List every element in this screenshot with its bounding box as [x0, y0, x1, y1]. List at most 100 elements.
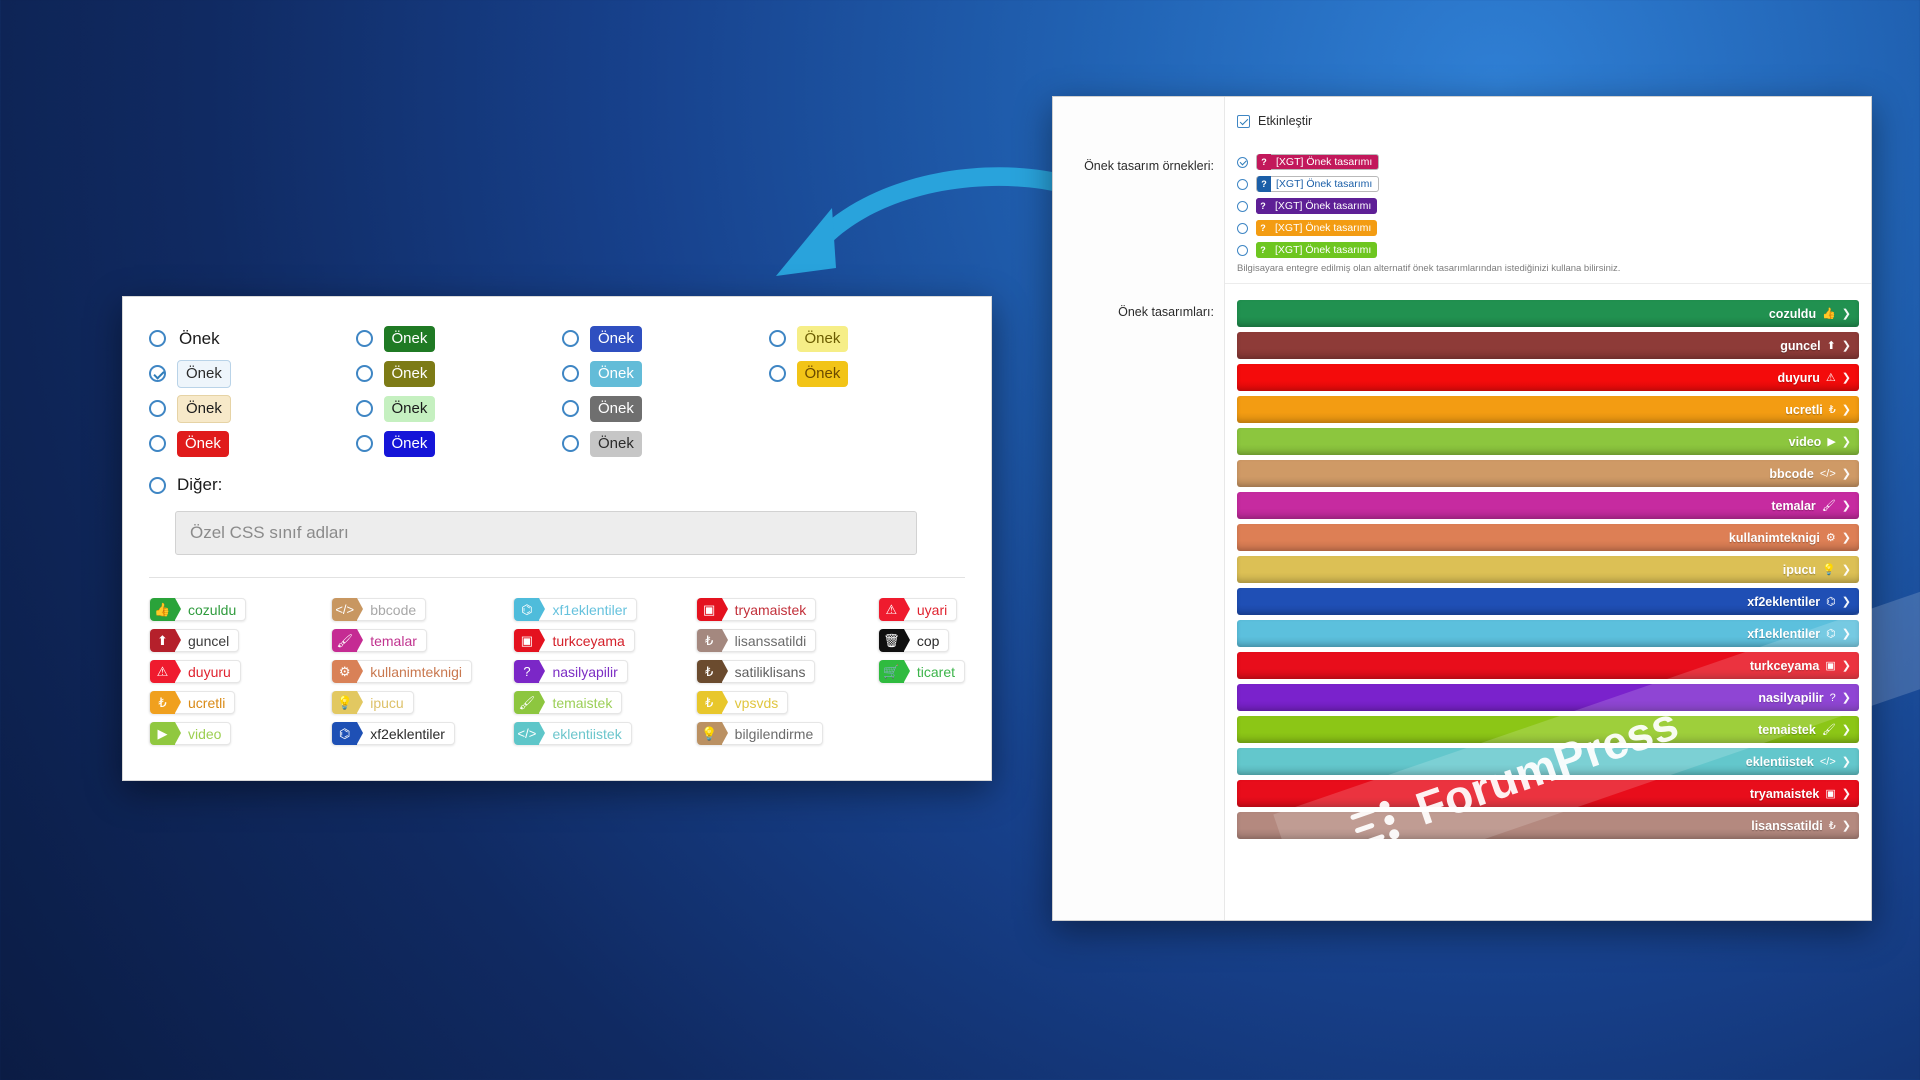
prefix-option-row[interactable]: Önek [355, 426, 553, 461]
prefix-badge: ▶ video [149, 722, 232, 745]
prefix-design-bar[interactable]: ipucu 💡 ❯ [1237, 556, 1859, 583]
prefix-option-row[interactable]: Önek [768, 321, 966, 356]
radio-prefix-4[interactable] [355, 330, 373, 347]
badge-label: duyuru [188, 663, 231, 680]
radio-prefix-3[interactable] [149, 435, 166, 452]
radio-prefix-0[interactable] [149, 330, 166, 347]
prefix-badge: ⬆ guncel [149, 629, 240, 652]
radio-other[interactable] [149, 476, 166, 494]
bar-icon: 💡 [1822, 564, 1836, 576]
bar-label: cozuldu [1768, 306, 1817, 321]
badge-label: temaistek [552, 694, 613, 711]
radio-example-3[interactable] [1237, 222, 1248, 234]
bar-icon: ? [1829, 691, 1836, 704]
prefix-example-row[interactable]: ? [XGT] Önek tasarımı [1237, 242, 1379, 258]
badge-label: bilgilendirme [734, 725, 814, 742]
radio-example-1[interactable] [1237, 178, 1248, 190]
prefix-option-row[interactable]: Önek [562, 391, 759, 426]
radio-prefix-5[interactable] [355, 365, 373, 382]
badge-label: vpsvds [734, 694, 779, 711]
prefix-option-row[interactable]: Önek [149, 426, 346, 461]
bar-label: kullanimteknigi [1728, 530, 1820, 545]
prefix-badge: 💡 ipucu [331, 691, 414, 714]
radio-prefix-11[interactable] [562, 435, 579, 452]
chevron-right-icon: ❯ [1841, 820, 1851, 832]
prefix-design-bar[interactable]: ucretli ₺ ❯ [1237, 396, 1859, 423]
prefix-design-bar[interactable]: turkceyama ▣ ❯ [1237, 652, 1859, 679]
prefix-sample-chip: Önek [177, 430, 229, 457]
radio-example-0[interactable] [1237, 156, 1248, 168]
radio-prefix-7[interactable] [355, 435, 373, 452]
prefix-example-row[interactable]: ? [XGT] Önek tasarımı [1237, 176, 1380, 192]
warning-triangle-icon: ⚠ [878, 598, 910, 621]
radio-example-2[interactable] [1237, 200, 1248, 212]
gear-icon: ⚙ [332, 660, 364, 683]
prefix-design-bar[interactable]: xf1eklentiler ⌬ ❯ [1237, 620, 1859, 647]
prefix-design-bar[interactable]: guncel ⬆ ❯ [1237, 332, 1859, 359]
prefix-badge: ▣ turkceyama [513, 629, 635, 652]
prefix-option-row[interactable]: Önek [562, 321, 759, 356]
prefix-design-bar[interactable]: kullanimteknigi ⚙ ❯ [1237, 524, 1859, 551]
badge-row: ? nasilyapilir [513, 656, 691, 687]
badge-row: ₺ lisanssatildi [695, 625, 874, 656]
prefix-option-other[interactable]: Diğer: [123, 467, 991, 501]
prefix-badge: </> eklentiistek [513, 722, 632, 745]
example-prefix-chip: ? [XGT] Önek tasarımı [1256, 242, 1378, 258]
play-icon: ▶ [150, 722, 181, 745]
bar-label: temalar [1771, 498, 1816, 513]
example-prefix-chip: ? [XGT] Önek tasarımı [1256, 176, 1380, 192]
badge-row: </> bbcode [331, 594, 509, 625]
prefix-sample-chip: Önek [177, 394, 231, 423]
radio-prefix-2[interactable] [149, 400, 166, 417]
prefix-design-bar[interactable]: tryamaistek ▣ ❯ [1237, 780, 1859, 807]
radio-prefix-12[interactable] [768, 330, 786, 347]
prefix-option-row[interactable]: Önek [768, 356, 966, 391]
bar-icon: ₺ [1828, 820, 1836, 832]
flag-card-icon: ▣ [514, 629, 546, 652]
chevron-right-icon: ❯ [1841, 660, 1851, 672]
radio-prefix-6[interactable] [355, 400, 373, 417]
badge-row: ▶ video [149, 718, 327, 749]
example-prefix-chip: ? [XGT] Önek tasarımı [1256, 198, 1378, 214]
prefix-badge: ? nasilyapilir [513, 660, 628, 683]
prefix-example-row[interactable]: ? [XGT] Önek tasarımı [1237, 154, 1380, 170]
badge-label: eklentiistek [552, 725, 622, 742]
enable-label: Etkinleştir [1258, 114, 1313, 128]
prefix-design-bar[interactable]: eklentiistek </> ❯ [1237, 748, 1859, 775]
radio-example-4[interactable] [1237, 244, 1248, 256]
radio-prefix-8[interactable] [562, 330, 579, 347]
prefix-design-bar-list: cozuldu 👍 ❯ guncel ⬆ ❯ duyuru ⚠ ❯ ucretli ₺ ❯ video ▶… [1237, 300, 1859, 839]
radio-prefix-13[interactable] [768, 365, 786, 382]
prefix-option-row[interactable]: Önek [149, 391, 346, 426]
prefix-option-row[interactable]: Önek [562, 426, 759, 461]
enable-checkbox-row[interactable]: Etkinleştir [1237, 114, 1312, 128]
prefix-option-row[interactable]: Önek [355, 356, 553, 391]
prefix-option-row[interactable]: Önek [355, 391, 553, 426]
prefix-design-bar[interactable]: temaistek 🖌 ❯ [1237, 716, 1859, 743]
prefix-design-bar[interactable]: lisanssatildi ₺ ❯ [1237, 812, 1859, 839]
prefix-design-bar[interactable]: nasilyapilir? ❯ [1237, 684, 1859, 711]
prefix-design-bar[interactable]: video ▶ ❯ [1237, 428, 1859, 455]
prefix-option-row[interactable]: Önek [355, 321, 553, 356]
prefix-design-bar[interactable]: xf2eklentiler ⌬ ❯ [1237, 588, 1859, 615]
prefix-option-row[interactable]: Önek [149, 356, 346, 391]
radio-prefix-10[interactable] [562, 400, 579, 417]
prefix-design-bar[interactable]: bbcode </> ❯ [1237, 460, 1859, 487]
prefix-design-bar[interactable]: cozuldu 👍 ❯ [1237, 300, 1859, 327]
prefix-example-row[interactable]: ? [XGT] Önek tasarımı [1237, 198, 1379, 214]
prefix-option-row[interactable]: Önek [149, 321, 346, 356]
prefix-design-bar[interactable]: temalar 🖌 ❯ [1237, 492, 1859, 519]
prefix-example-row[interactable]: ? [XGT] Önek tasarımı [1237, 220, 1379, 236]
bar-icon: ⚠ [1825, 372, 1836, 384]
prefix-option-row[interactable]: Önek [562, 356, 759, 391]
chevron-right-icon: ❯ [1841, 596, 1851, 608]
settings-label-column: Önek tasarım örnekleri: Önek tasarımları… [1053, 97, 1225, 920]
prefix-design-bar[interactable]: duyuru ⚠ ❯ [1237, 364, 1859, 391]
css-class-input[interactable]: Özel CSS sınıf adları [175, 511, 917, 555]
trash-icon: 🗑 [878, 629, 910, 652]
prefix-badge: ₺ satiliklisans [695, 660, 816, 683]
bar-label: temaistek [1758, 722, 1816, 737]
radio-prefix-1[interactable] [149, 365, 166, 382]
radio-prefix-9[interactable] [562, 365, 579, 382]
enable-checkbox[interactable] [1237, 114, 1250, 128]
